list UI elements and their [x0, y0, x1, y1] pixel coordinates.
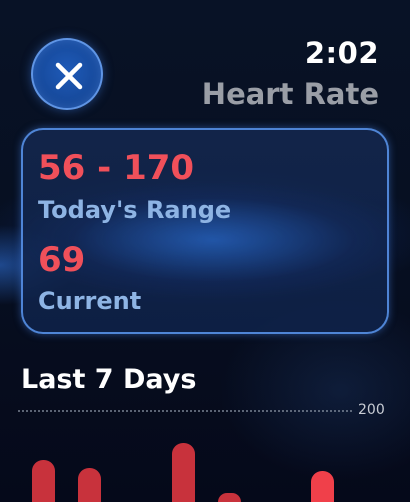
- current-value: 69: [38, 240, 86, 280]
- chart-bar: [32, 459, 55, 502]
- range-card: 56 - 170 Today's Range 69 Current: [21, 128, 389, 334]
- close-button[interactable]: [31, 38, 103, 110]
- chart-bar: [172, 443, 195, 502]
- range-label: Today's Range: [38, 196, 232, 224]
- current-label: Current: [38, 287, 142, 315]
- page-title: Heart Rate: [201, 77, 379, 111]
- status-time: 2:02: [304, 36, 379, 70]
- history-chart: 200: [0, 396, 410, 502]
- chart-bar: [311, 471, 334, 502]
- max-gridline: [18, 410, 352, 412]
- close-icon: [55, 62, 83, 90]
- range-value: 56 - 170: [38, 148, 195, 188]
- chart-bar: [78, 468, 101, 502]
- chart-bar: [218, 493, 241, 502]
- max-label: 200: [358, 402, 385, 418]
- last-7-days-title: Last 7 Days: [21, 364, 197, 395]
